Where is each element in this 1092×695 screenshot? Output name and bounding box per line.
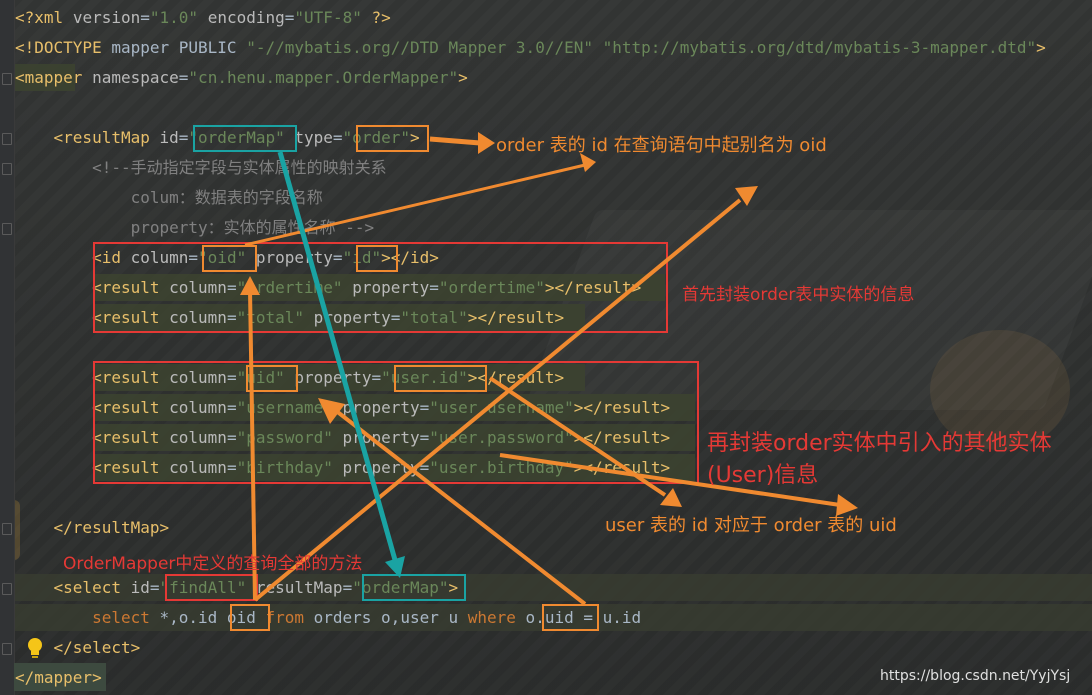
note-user-info-line1: 再封装order实体中引入的其他实体 [707, 431, 1052, 456]
column-uid-box [246, 365, 298, 392]
fold-marker-icon[interactable] [2, 73, 12, 85]
code-line[interactable]: <?xml version="1.0" encoding="UTF-8" ?> [15, 4, 391, 32]
type-order-box [356, 125, 429, 152]
watermark: https://blog.csdn.net/YyjYsj [880, 668, 1071, 684]
note-order-id-alias: order 表的 id 在查询语句中起别名为 oid [496, 135, 827, 156]
code-line[interactable]: <!--手动指定字段与实体属性的映射关系 [15, 154, 387, 182]
resultMap-orderMap-box [362, 574, 466, 601]
fold-marker-icon[interactable] [2, 583, 12, 595]
note-findall-method: OrderMapper中定义的查询全部的方法 [63, 554, 363, 574]
alias-oid-box [230, 604, 270, 631]
code-editor[interactable]: <?xml version="1.0" encoding="UTF-8" ?> <… [0, 0, 1092, 695]
column-oid-box [202, 245, 257, 272]
code-line[interactable]: colum：数据表的字段名称 [15, 184, 323, 212]
code-line[interactable]: <mapper namespace="cn.henu.mapper.OrderM… [15, 64, 468, 92]
fold-marker-icon[interactable] [2, 643, 12, 655]
fold-marker-icon[interactable] [2, 523, 12, 535]
code-line[interactable]: </mapper> [15, 664, 102, 692]
note-order-info: 首先封装order表中实体的信息 [682, 285, 915, 305]
findAll-id-box [165, 574, 258, 601]
code-line[interactable]: </resultMap> [15, 514, 170, 542]
fold-marker-icon[interactable] [2, 133, 12, 145]
note-user-uid: user 表的 id 对应于 order 表的 uid [605, 515, 897, 536]
code-line[interactable]: property：实体的属性名称 --> [15, 214, 375, 242]
orderMap-id-box [193, 125, 297, 152]
note-user-info-line2: (User)信息 [707, 463, 819, 488]
o-uid-box [542, 604, 599, 631]
lightbulb-icon[interactable] [26, 637, 44, 659]
fold-marker-icon[interactable] [2, 163, 12, 175]
code-line[interactable]: <!DOCTYPE mapper PUBLIC "-//mybatis.org/… [15, 34, 1046, 62]
property-user-id-box [394, 365, 487, 392]
property-id-box [356, 245, 398, 272]
fold-marker-icon[interactable] [2, 223, 12, 235]
